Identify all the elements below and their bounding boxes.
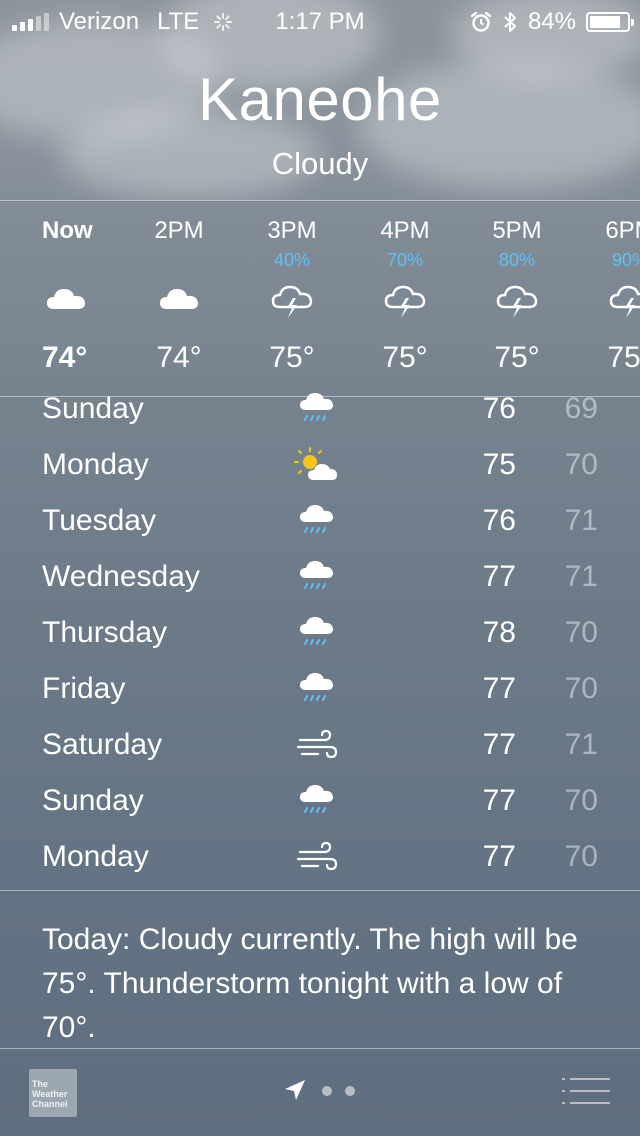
day-name: Sunday — [42, 392, 144, 425]
hour-temp: 75° — [269, 341, 315, 374]
day-name: Monday — [42, 840, 149, 873]
day-name: Wednesday — [42, 560, 200, 593]
hour-item: 3PM 40% 75° — [236, 201, 348, 397]
wind-icon — [296, 841, 338, 871]
day-low: 69 — [564, 392, 598, 425]
daily-row: Friday 77 70 — [0, 662, 640, 718]
location-arrow-icon[interactable] — [283, 1078, 307, 1102]
hour-temp: 75° — [494, 341, 540, 374]
logo-line: Channel — [32, 1099, 68, 1109]
footer-toolbar: The Weather Channel — [0, 1050, 640, 1136]
logo-line: The — [32, 1079, 49, 1089]
day-low: 70 — [564, 616, 598, 649]
cloud-icon — [160, 289, 198, 309]
hour-temp: 74° — [42, 341, 88, 374]
rain-icon — [300, 505, 333, 533]
divider-summary — [0, 890, 640, 891]
rain-icon — [300, 393, 333, 421]
daily-row: Saturday 77 71 — [0, 718, 640, 774]
hour-precip: 90% — [611, 250, 640, 270]
divider-footer — [0, 1048, 640, 1049]
hour-time: 3PM — [267, 217, 317, 244]
battery-icon — [586, 12, 634, 32]
day-name: Tuesday — [42, 504, 156, 537]
daily-row: Sunday 76 69 — [0, 382, 640, 438]
day-low: 70 — [564, 784, 598, 817]
daily-row: Tuesday 76 71 — [0, 494, 640, 550]
day-low: 70 — [564, 448, 598, 481]
day-name: Friday — [42, 672, 126, 705]
weather-channel-logo[interactable]: The Weather Channel — [29, 1069, 77, 1117]
alarm-clock-icon — [470, 11, 492, 32]
bluetooth-icon — [504, 12, 516, 32]
hour-item: Now 74° — [12, 201, 124, 397]
hour-temp: 75° — [607, 341, 640, 374]
today-summary: Today: Cloudy currently. The high will b… — [42, 923, 578, 1044]
status-bar: Verizon LTE 1:17 PM 84% — [0, 0, 640, 40]
rain-icon — [300, 673, 333, 701]
day-high: 75 — [482, 448, 516, 481]
daily-forecast[interactable]: Sunday 76 69 Monday 75 70 Tuesday 76 71 Wednesday… — [0, 382, 640, 886]
thunderstorm-icon — [271, 285, 313, 318]
thunderstorm-icon — [496, 285, 538, 318]
day-name: Sunday — [42, 784, 144, 817]
current-condition: Cloudy — [271, 146, 369, 181]
wind-icon — [296, 729, 338, 759]
hour-time: 5PM — [492, 217, 542, 244]
day-high: 77 — [482, 840, 516, 873]
day-high: 76 — [482, 392, 516, 425]
location-header: Kaneohe Cloudy — [0, 64, 640, 182]
day-high: 78 — [482, 616, 516, 649]
hour-precip: 40% — [273, 250, 311, 270]
day-name: Monday — [42, 448, 149, 481]
day-high: 76 — [482, 504, 516, 537]
daily-row: Thursday 78 70 — [0, 606, 640, 662]
page-dot[interactable] — [322, 1086, 332, 1096]
day-low: 71 — [564, 728, 598, 761]
battery-percent: 84% — [527, 8, 576, 35]
thunderstorm-icon — [609, 285, 640, 318]
hour-time: Now — [42, 217, 93, 244]
hourly-forecast[interactable]: Now 74° 2PM 74° 3PM 40% 75° 4PM 70% 75° … — [0, 201, 640, 397]
logo-line: Weather — [32, 1089, 68, 1099]
hour-item: 6PM 90% 75° — [574, 201, 640, 397]
cloud-icon — [47, 289, 85, 309]
hour-precip: 70% — [386, 250, 424, 270]
hour-temp: 74° — [156, 341, 202, 374]
day-high: 77 — [482, 728, 516, 761]
daily-row: Monday 77 70 — [0, 830, 640, 886]
thunderstorm-icon — [384, 285, 426, 318]
rain-icon — [300, 561, 333, 589]
day-high: 77 — [482, 560, 516, 593]
hour-temp: 75° — [382, 341, 428, 374]
day-high: 77 — [482, 784, 516, 817]
hour-precip: 80% — [498, 250, 536, 270]
daily-row: Wednesday 77 71 — [0, 550, 640, 606]
day-low: 71 — [564, 560, 598, 593]
daily-row: Monday 75 70 — [0, 438, 640, 494]
day-high: 77 — [482, 672, 516, 705]
day-low: 71 — [564, 504, 598, 537]
rain-icon — [300, 785, 333, 813]
partly-sunny-icon — [294, 447, 337, 480]
rain-icon — [300, 617, 333, 645]
hour-time: 6PM — [605, 217, 640, 244]
hour-item: 4PM 70% 75° — [349, 201, 461, 397]
page-dot[interactable] — [345, 1086, 355, 1096]
hour-item: 2PM 74° — [123, 201, 235, 397]
hour-time: 4PM — [380, 217, 430, 244]
daily-row: Sunday 77 70 — [0, 774, 640, 830]
city-name: Kaneohe — [198, 66, 442, 133]
hour-item: 5PM 80% 75° — [461, 201, 573, 397]
day-low: 70 — [564, 840, 598, 873]
day-low: 70 — [564, 672, 598, 705]
hour-time: 2PM — [154, 217, 204, 244]
city-list-icon[interactable] — [562, 1076, 610, 1106]
day-name: Thursday — [42, 616, 168, 649]
day-name: Saturday — [42, 728, 163, 761]
